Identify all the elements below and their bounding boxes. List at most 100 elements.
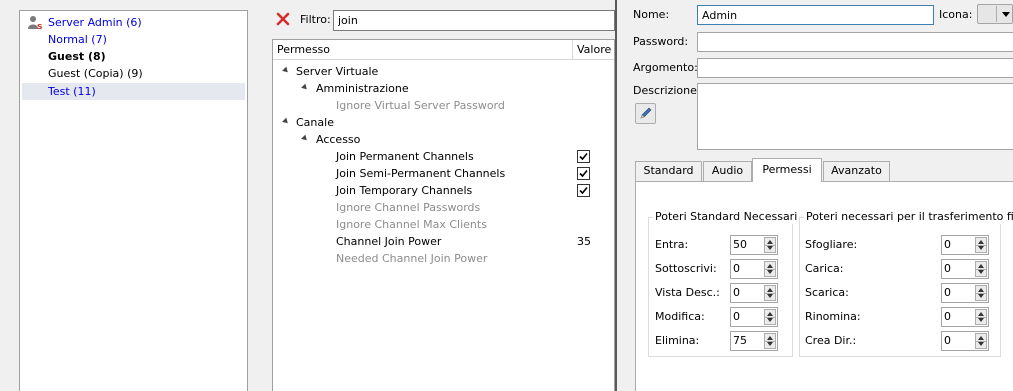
spin-arrows-icon[interactable]: [975, 237, 987, 253]
pencil-icon: [640, 107, 652, 119]
edit-description-button[interactable]: [635, 103, 656, 124]
standard-powers-title: Poteri Standard Necessari: [653, 210, 800, 224]
spin-arrows-icon[interactable]: [975, 261, 987, 277]
tree-row-channel-join-power[interactable]: Channel Join Power: [336, 233, 441, 250]
spin-arrows-icon[interactable]: [764, 309, 776, 325]
sfogliare-value: 0: [944, 238, 951, 251]
tab-avanzato[interactable]: Avanzato: [823, 161, 890, 181]
permission-tree[interactable]: Permesso Valore Server Virtuale Amminist…: [272, 39, 615, 391]
tree-row-ignore-channel-max-clients[interactable]: Ignore Channel Max Clients: [336, 216, 487, 233]
modifica-label: Modifica:: [655, 310, 705, 323]
sfogliare-label: Sfogliare:: [805, 238, 858, 251]
elimina-spinbox[interactable]: 75: [730, 331, 778, 351]
vista-desc-spinbox[interactable]: 0: [730, 283, 778, 303]
tree-row-join-permanent-channels[interactable]: Join Permanent Channels: [336, 148, 474, 165]
expand-arrow-icon[interactable]: [301, 83, 309, 92]
spin-arrows-icon[interactable]: [764, 333, 776, 349]
group-item-label: Test (11): [48, 85, 96, 98]
tab-audio[interactable]: Audio: [703, 161, 752, 181]
rinomina-value: 0: [944, 310, 951, 323]
icona-label: Icona:: [939, 8, 973, 21]
expand-arrow-icon[interactable]: [301, 134, 309, 143]
group-item-guest[interactable]: Guest (8): [22, 48, 245, 65]
password-label: Password:: [633, 35, 689, 48]
rinomina-spinbox[interactable]: 0: [941, 307, 989, 327]
expand-arrow-icon[interactable]: [282, 117, 290, 126]
group-item-guest-copia[interactable]: Guest (Copia) (9): [22, 65, 245, 82]
crea-dir-spinbox[interactable]: 0: [941, 331, 989, 351]
checkbox-join-semi-permanent-channels[interactable]: [577, 167, 590, 180]
channel-edit-dialog: Nome: Icona: Password: Argomento: Descri…: [615, 0, 1013, 391]
clear-filter-icon[interactable]: [276, 12, 290, 26]
sottoscrivi-value: 0: [733, 262, 740, 275]
spin-arrows-icon[interactable]: [975, 285, 987, 301]
password-input[interactable]: [697, 32, 1013, 52]
expand-arrow-icon[interactable]: [282, 66, 290, 75]
nome-label: Nome:: [633, 8, 670, 21]
spin-arrows-icon[interactable]: [975, 333, 987, 349]
sottoscrivi-label: Sottoscrivi:: [655, 262, 717, 275]
crea-dir-value: 0: [944, 334, 951, 347]
carica-value: 0: [944, 262, 951, 275]
standard-powers-group: Poteri Standard Necessari Entra: 50 Sott…: [648, 210, 800, 357]
tree-row-ignore-virtual-server-password[interactable]: Ignore Virtual Server Password: [336, 97, 505, 114]
transfer-powers-group: Poteri necessari per il trasferimento fi…: [799, 210, 1013, 357]
entra-spinbox[interactable]: 50: [730, 235, 778, 255]
icona-select[interactable]: [977, 4, 1013, 24]
vista-desc-value: 0: [733, 286, 740, 299]
checkbox-join-permanent-channels[interactable]: [577, 150, 590, 163]
descrizione-textarea[interactable]: [697, 83, 1013, 150]
checkbox-join-temporary-channels[interactable]: [577, 184, 590, 197]
group-item-label: Server Admin (6): [48, 16, 142, 29]
tree-row-ignore-channel-passwords[interactable]: Ignore Channel Passwords: [336, 199, 480, 216]
tree-header: Permesso Valore: [273, 40, 614, 60]
column-header-permesso[interactable]: Permesso: [273, 40, 573, 59]
elimina-label: Elimina:: [655, 334, 700, 347]
tree-row-server-virtuale[interactable]: Server Virtuale: [296, 63, 378, 80]
group-item-label: Guest (Copia) (9): [48, 67, 143, 80]
scarica-value: 0: [944, 286, 951, 299]
spin-arrows-icon[interactable]: [764, 261, 776, 277]
server-admin-group-icon: s: [28, 15, 44, 32]
transfer-powers-title: Poteri necessari per il trasferimento fi…: [804, 210, 1013, 224]
spin-arrows-icon[interactable]: [975, 309, 987, 325]
value-channel-join-power[interactable]: 35: [577, 233, 591, 250]
tree-row-canale[interactable]: Canale: [296, 114, 334, 131]
group-item-test[interactable]: Test (11): [22, 83, 245, 100]
vista-desc-label: Vista Desc.:: [655, 286, 720, 299]
sfogliare-spinbox[interactable]: 0: [941, 235, 989, 255]
permessi-tab-panel: Poteri Standard Necessari Entra: 50 Sott…: [635, 181, 1013, 391]
scarica-spinbox[interactable]: 0: [941, 283, 989, 303]
spin-arrows-icon[interactable]: [764, 237, 776, 253]
carica-label: Carica:: [805, 262, 844, 275]
tree-row-amministrazione[interactable]: Amministrazione: [316, 80, 409, 97]
nome-input[interactable]: [697, 5, 934, 25]
filter-input[interactable]: [333, 10, 615, 31]
argomento-label: Argomento:: [633, 61, 698, 74]
group-item-label: Normal (7): [48, 33, 107, 46]
spin-arrows-icon[interactable]: [764, 285, 776, 301]
rinomina-label: Rinomina:: [805, 310, 861, 323]
svg-text:s: s: [37, 22, 42, 30]
sottoscrivi-spinbox[interactable]: 0: [730, 259, 778, 279]
descrizione-label: Descrizione:: [633, 84, 701, 97]
filter-label: Filtro:: [300, 13, 331, 26]
group-item-server-admin[interactable]: s Server Admin (6): [22, 14, 245, 32]
tab-permessi[interactable]: Permessi: [752, 158, 822, 182]
group-item-normal[interactable]: Normal (7): [22, 31, 245, 48]
crea-dir-label: Crea Dir.:: [805, 334, 857, 347]
entra-value: 50: [733, 238, 747, 251]
elimina-value: 75: [733, 334, 747, 347]
entra-label: Entra:: [655, 238, 689, 251]
tree-row-needed-channel-join-power[interactable]: Needed Channel Join Power: [336, 250, 487, 267]
scarica-label: Scarica:: [805, 286, 849, 299]
modifica-spinbox[interactable]: 0: [730, 307, 778, 327]
tree-row-join-semi-permanent-channels[interactable]: Join Semi-Permanent Channels: [336, 165, 505, 182]
tree-row-join-temporary-channels[interactable]: Join Temporary Channels: [336, 182, 472, 199]
carica-spinbox[interactable]: 0: [941, 259, 989, 279]
server-group-list[interactable]: s Server Admin (6) Normal (7) Guest (8) …: [19, 10, 248, 391]
argomento-input[interactable]: [697, 58, 1013, 78]
tree-row-accesso[interactable]: Accesso: [316, 131, 360, 148]
chevron-down-icon: [1002, 12, 1010, 17]
tab-standard[interactable]: Standard: [635, 161, 702, 181]
